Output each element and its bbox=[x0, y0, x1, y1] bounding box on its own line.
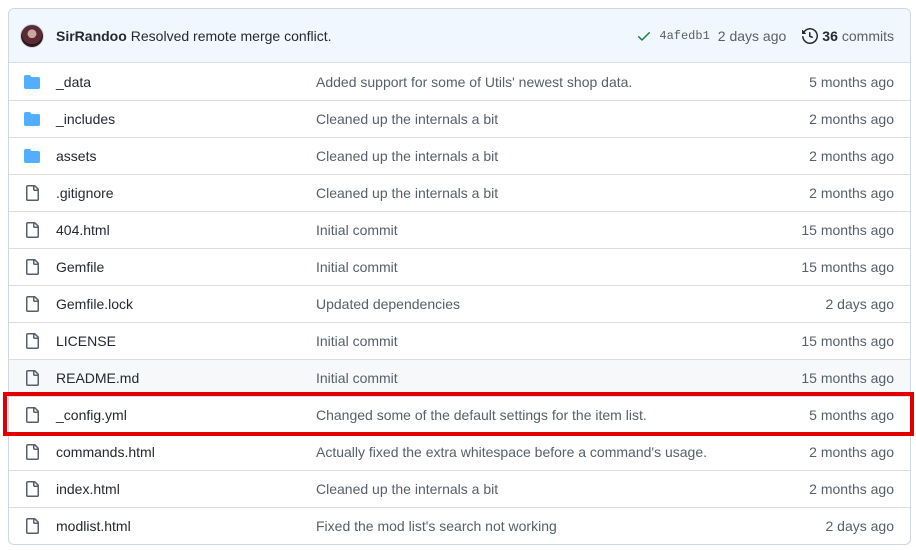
file-commit-age: 2 days ago bbox=[825, 296, 895, 312]
file-name-link[interactable]: LICENSE bbox=[56, 333, 116, 349]
commit-count: 36 bbox=[822, 27, 838, 44]
commit-age: 2 days ago bbox=[717, 27, 787, 44]
file-browser: SirRandoo Resolved remote merge conflict… bbox=[8, 8, 911, 545]
check-icon[interactable] bbox=[636, 28, 652, 44]
file-icon bbox=[26, 185, 39, 201]
file-icon bbox=[26, 259, 39, 275]
file-name-link[interactable]: 404.html bbox=[56, 222, 110, 238]
file-commit-message-link[interactable]: Initial commit bbox=[316, 259, 398, 275]
file-commit-age: 15 months ago bbox=[801, 259, 894, 275]
file-commit-message-link[interactable]: Initial commit bbox=[316, 370, 398, 386]
commit-sha-link[interactable]: 4afedb1 bbox=[659, 29, 709, 43]
file-icon bbox=[26, 370, 39, 386]
file-commit-age: 2 months ago bbox=[809, 111, 894, 127]
file-commit-age: 5 months ago bbox=[809, 73, 894, 90]
folder-icon bbox=[24, 112, 40, 126]
file-commit-message-link[interactable]: Changed some of the default settings for… bbox=[316, 407, 647, 423]
file-commit-message-link[interactable]: Initial commit bbox=[316, 222, 398, 238]
file-commit-message-link[interactable]: Added support for some of Utils' newest … bbox=[316, 74, 632, 90]
file-name-link[interactable]: _includes bbox=[56, 111, 115, 127]
file-commit-age: 2 months ago bbox=[809, 185, 894, 201]
file-icon bbox=[26, 518, 39, 534]
file-name-link[interactable]: modlist.html bbox=[56, 518, 131, 534]
file-name-link[interactable]: .gitignore bbox=[56, 185, 114, 201]
file-commit-age: 2 months ago bbox=[809, 148, 894, 164]
file-name-link[interactable]: index.html bbox=[56, 481, 120, 497]
file-commit-message-link[interactable]: Actually fixed the extra whitespace befo… bbox=[316, 444, 707, 460]
file-row[interactable]: modlist.html Fixed the mod list's search … bbox=[9, 507, 910, 544]
file-name-link[interactable]: Gemfile bbox=[56, 259, 104, 275]
file-icon bbox=[26, 333, 39, 349]
file-row[interactable]: 404.html Initial commit 15 months ago bbox=[9, 211, 910, 248]
file-name-link[interactable]: Gemfile.lock bbox=[56, 296, 133, 312]
file-row[interactable]: README.md Initial commit 15 months ago bbox=[9, 359, 910, 396]
commit-history-link[interactable]: 36 commits bbox=[802, 28, 894, 44]
file-name-link[interactable]: _config.yml bbox=[56, 407, 127, 423]
commit-author-link[interactable]: SirRandoo bbox=[56, 28, 127, 44]
file-commit-age: 15 months ago bbox=[801, 222, 894, 238]
avatar[interactable] bbox=[20, 23, 44, 48]
file-commit-age: 2 months ago bbox=[809, 481, 894, 497]
file-row[interactable]: index.html Cleaned up the internals a bit… bbox=[9, 470, 910, 507]
file-row[interactable]: _data Added support for some of Utils' ne… bbox=[9, 63, 910, 100]
file-commit-message-link[interactable]: Cleaned up the internals a bit bbox=[316, 185, 498, 201]
file-icon bbox=[26, 481, 39, 497]
file-icon bbox=[26, 407, 39, 423]
latest-commit-bar: SirRandoo Resolved remote merge conflict… bbox=[9, 9, 910, 63]
file-commit-age: 2 months ago bbox=[809, 444, 894, 460]
file-row[interactable]: commands.html Actually fixed the extra wh… bbox=[9, 433, 910, 470]
file-icon bbox=[26, 444, 39, 460]
folder-icon bbox=[24, 149, 40, 163]
file-row[interactable]: _config.yml Changed some of the default s… bbox=[9, 396, 910, 433]
file-commit-message-link[interactable]: Cleaned up the internals a bit bbox=[316, 111, 498, 127]
file-row[interactable]: LICENSE Initial commit 15 months ago bbox=[9, 322, 910, 359]
file-icon bbox=[26, 296, 39, 312]
file-commit-age: 15 months ago bbox=[801, 333, 894, 349]
file-name-link[interactable]: README.md bbox=[56, 370, 139, 386]
file-commit-message-link[interactable]: Updated dependencies bbox=[316, 296, 460, 312]
folder-icon bbox=[24, 74, 40, 89]
history-icon bbox=[802, 27, 819, 44]
file-list: _data Added support for some of Utils' ne… bbox=[9, 63, 910, 544]
file-name-link[interactable]: assets bbox=[56, 148, 96, 164]
file-row[interactable]: _includes Cleaned up the internals a bit 2… bbox=[9, 100, 910, 137]
file-commit-message-link[interactable]: Cleaned up the internals a bit bbox=[316, 148, 498, 164]
file-row[interactable]: assets Cleaned up the internals a bit 2 mo… bbox=[9, 137, 910, 174]
file-row[interactable]: .gitignore Cleaned up the internals a bit… bbox=[9, 174, 910, 211]
commit-message-link[interactable]: Resolved remote merge conflict. bbox=[131, 28, 332, 44]
commit-count-label: commits bbox=[841, 27, 894, 44]
file-commit-age: 15 months ago bbox=[801, 370, 894, 386]
file-commit-age: 5 months ago bbox=[809, 407, 894, 423]
file-commit-message-link[interactable]: Cleaned up the internals a bit bbox=[316, 481, 498, 497]
file-commit-age: 2 days ago bbox=[825, 518, 895, 534]
file-name-link[interactable]: _data bbox=[56, 74, 91, 90]
file-commit-message-link[interactable]: Initial commit bbox=[316, 333, 398, 349]
file-commit-message-link[interactable]: Fixed the mod list's search not working bbox=[316, 518, 557, 534]
file-row[interactable]: Gemfile Initial commit 15 months ago bbox=[9, 248, 910, 285]
file-icon bbox=[26, 222, 39, 238]
file-row[interactable]: Gemfile.lock Updated dependencies 2 days a… bbox=[9, 285, 910, 322]
file-name-link[interactable]: commands.html bbox=[56, 444, 155, 460]
